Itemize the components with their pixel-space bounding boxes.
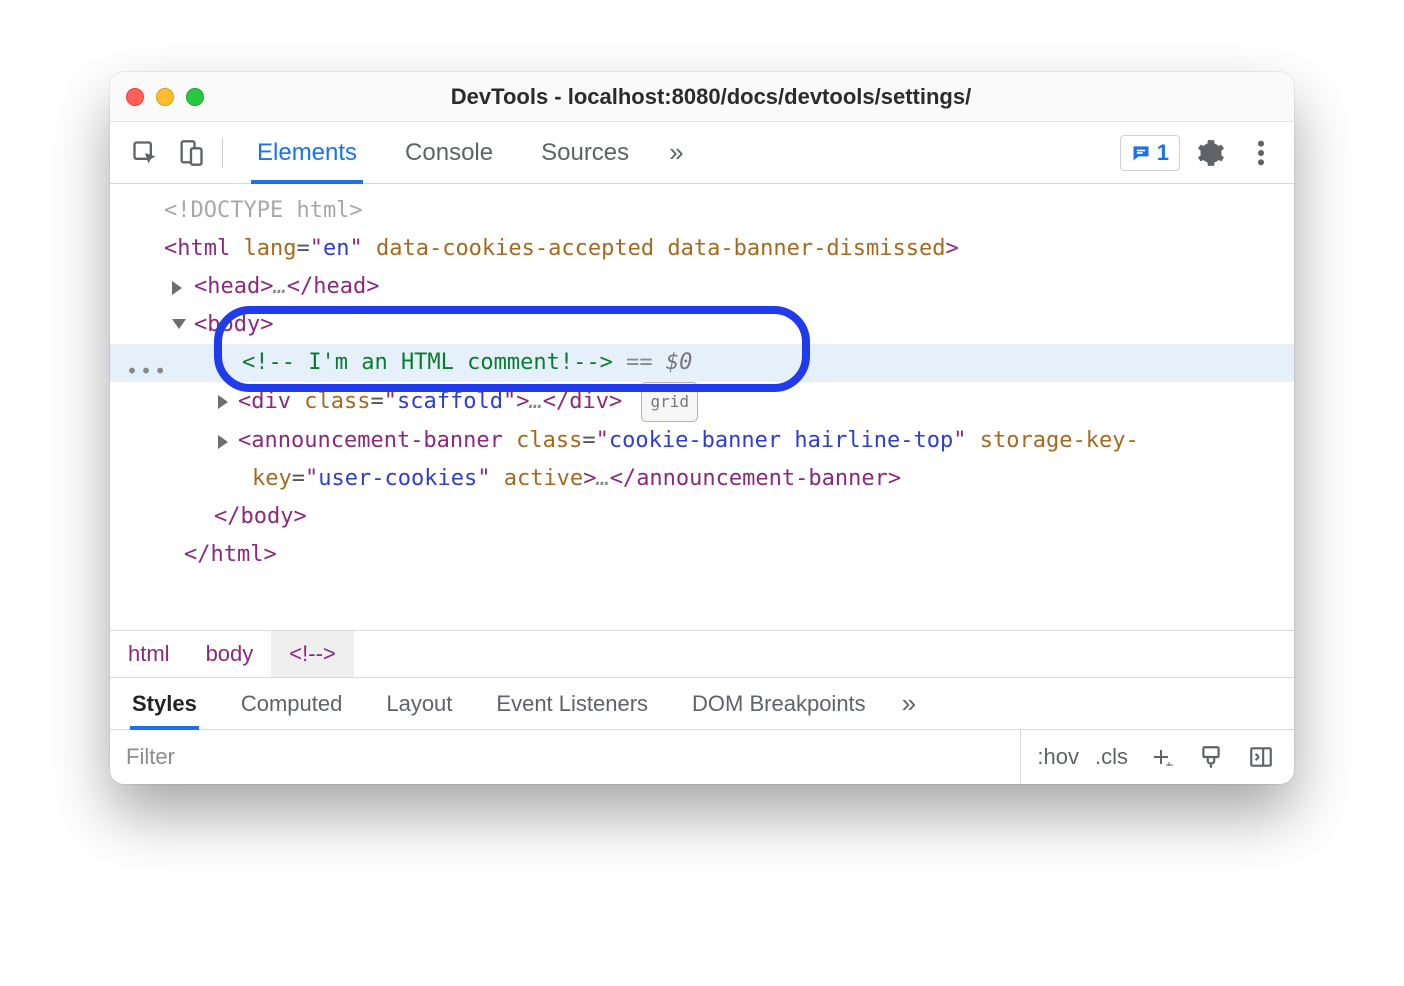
new-style-rule-button[interactable]	[1144, 740, 1178, 774]
cls-toggle[interactable]: .cls	[1095, 744, 1128, 770]
equals-marker: ==	[626, 350, 653, 375]
dom-html-close[interactable]: </html>	[110, 536, 1294, 574]
tab-console-label: Console	[405, 139, 493, 167]
expand-arrow-icon[interactable]	[218, 395, 228, 409]
hov-toggle[interactable]: :hov	[1037, 744, 1079, 770]
attr-banner-dismissed: data-banner-dismissed	[667, 236, 945, 261]
attr-class-val: scaffold	[397, 389, 503, 414]
grid-badge[interactable]: grid	[641, 382, 698, 422]
expand-arrow-icon[interactable]	[218, 435, 228, 449]
body-close-tag: body	[241, 504, 294, 529]
issues-count: 1	[1157, 140, 1169, 166]
tab-sources[interactable]: Sources	[517, 122, 653, 183]
styles-tabs-overflow[interactable]: »	[888, 678, 930, 729]
doctype-text: <!DOCTYPE html>	[164, 198, 363, 223]
tab-sources-label: Sources	[541, 139, 629, 167]
html-close-tag: html	[211, 542, 264, 567]
html-tag: html	[177, 236, 230, 261]
tab-computed[interactable]: Computed	[219, 678, 365, 729]
styles-filter-tools: :hov .cls	[1021, 740, 1294, 774]
breadcrumb-body[interactable]: body	[188, 631, 272, 677]
body-tag: body	[207, 312, 260, 337]
plus-icon	[1149, 745, 1173, 769]
console-ref: $0	[666, 350, 693, 375]
issues-badge[interactable]: 1	[1120, 135, 1180, 171]
toggle-common-rendering-button[interactable]	[1194, 740, 1228, 774]
attr-cookies-accepted: data-cookies-accepted	[376, 236, 654, 261]
attr-storage-key: storage-key	[980, 428, 1126, 453]
elements-dom-tree[interactable]: <!DOCTYPE html> <html lang="en" data-coo…	[110, 184, 1294, 630]
breadcrumb-comment[interactable]: <!-->	[271, 631, 353, 677]
attr-class: class	[304, 389, 370, 414]
dom-announcement-banner[interactable]: <announcement-banner class="cookie-banne…	[110, 422, 1294, 460]
dom-announcement-banner-wrap[interactable]: key="user-cookies" active>…</announcemen…	[110, 460, 1294, 498]
tab-dom-breakpoints[interactable]: DOM Breakpoints	[670, 678, 888, 729]
message-icon	[1131, 143, 1151, 163]
attr-lang: lang	[243, 236, 296, 261]
chevron-right-icon: »	[902, 688, 916, 719]
main-toolbar: Elements Console Sources » 1	[110, 122, 1294, 184]
panel-collapse-icon	[1248, 744, 1274, 770]
dom-breadcrumb: html body <!-->	[110, 630, 1294, 678]
styles-tabs: Styles Computed Layout Event Listeners D…	[110, 678, 1294, 730]
toolbar-separator	[222, 138, 223, 168]
tab-elements-label: Elements	[257, 139, 357, 167]
tab-styles[interactable]: Styles	[110, 678, 219, 729]
styles-filter-row: :hov .cls	[110, 730, 1294, 784]
tab-event-listeners[interactable]: Event Listeners	[474, 678, 670, 729]
attr-storage-key-val: user-cookies	[318, 466, 477, 491]
dom-html-open[interactable]: <html lang="en" data-cookies-accepted da…	[110, 230, 1294, 268]
ellipsis: …	[273, 274, 286, 299]
tab-elements[interactable]: Elements	[233, 122, 381, 183]
gear-icon	[1197, 139, 1225, 167]
toolbar-right: 1	[1120, 134, 1288, 172]
div-tag: div	[251, 389, 291, 414]
attr-active: active	[504, 466, 583, 491]
window-title: DevTools - localhost:8080/docs/devtools/…	[144, 84, 1278, 110]
dom-div-scaffold[interactable]: <div class="scaffold">…</div> grid	[110, 382, 1294, 422]
styles-filter-input[interactable]	[110, 730, 1021, 784]
attr-class: class	[516, 428, 582, 453]
dom-body-open[interactable]: <body>	[110, 306, 1294, 344]
attr-lang-val: en	[323, 236, 350, 261]
dom-body-close[interactable]: </body>	[110, 498, 1294, 536]
main-tabs: Elements Console Sources »	[233, 122, 700, 183]
attr-class-val: cookie-banner hairline-top	[609, 428, 953, 453]
chevron-right-icon: »	[669, 137, 683, 168]
dom-head[interactable]: <head>…</head>	[110, 268, 1294, 306]
banner-tag: announcement-banner	[251, 428, 503, 453]
collapse-arrow-icon[interactable]	[172, 319, 186, 329]
dom-doctype[interactable]: <!DOCTYPE html>	[110, 192, 1294, 230]
head-tag: head	[207, 274, 260, 299]
brush-icon	[1198, 744, 1224, 770]
close-window-button[interactable]	[126, 88, 144, 106]
window-titlebar: DevTools - localhost:8080/docs/devtools/…	[110, 72, 1294, 122]
settings-button[interactable]	[1192, 134, 1230, 172]
html-comment: <!-- I'm an HTML comment!-->	[242, 350, 613, 375]
more-options-button[interactable]	[1242, 134, 1280, 172]
device-toolbar-icon[interactable]	[170, 132, 212, 174]
inspect-element-icon[interactable]	[124, 132, 166, 174]
tab-console[interactable]: Console	[381, 122, 517, 183]
tab-layout[interactable]: Layout	[364, 678, 474, 729]
expand-arrow-icon[interactable]	[172, 281, 182, 295]
kebab-icon	[1257, 139, 1265, 167]
devtools-window: DevTools - localhost:8080/docs/devtools/…	[110, 72, 1294, 784]
dom-comment-row[interactable]: ••• <!-- I'm an HTML comment!--> == $0	[110, 344, 1294, 382]
computed-sidebar-toggle[interactable]	[1244, 740, 1278, 774]
tabs-overflow-button[interactable]: »	[653, 122, 699, 183]
breadcrumb-html[interactable]: html	[110, 631, 188, 677]
